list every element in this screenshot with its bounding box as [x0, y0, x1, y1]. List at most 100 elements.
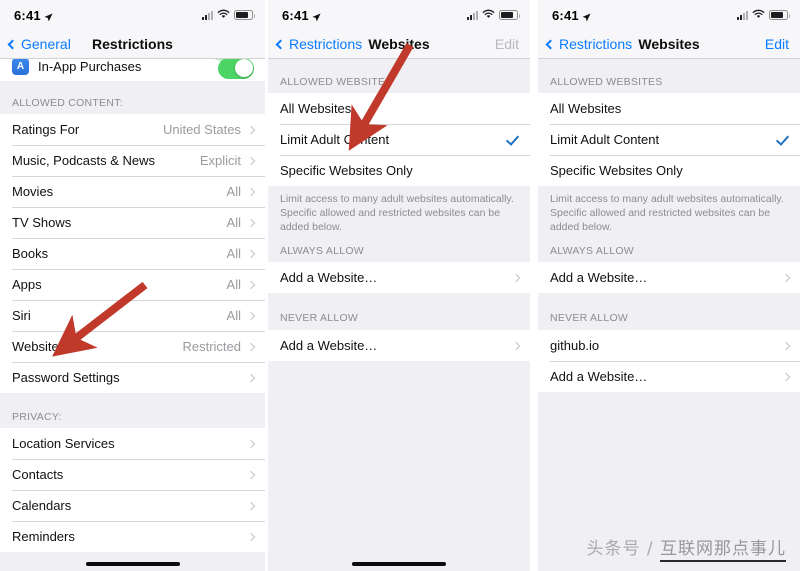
footnote-2: Limit access to many adult websites auto… — [268, 186, 530, 242]
section-header-never-allow-3: NEVER ALLOW — [538, 293, 800, 330]
section-header-always-allow-2: ALWAYS ALLOW — [268, 242, 530, 262]
row-add-website-always-3[interactable]: Add a Website… — [538, 262, 800, 293]
row-calendars[interactable]: Calendars — [0, 490, 265, 521]
wifi-icon — [752, 6, 765, 24]
section-allowed-content: Ratings For United States Music, Podcast… — [0, 114, 265, 393]
row-specific-websites-only-3[interactable]: Specific Websites Only — [538, 155, 800, 186]
chevron-right-icon — [246, 470, 256, 479]
chevron-right-icon — [246, 156, 256, 165]
home-indicator-1 — [85, 562, 180, 566]
status-time-label-3: 6:41 — [552, 7, 579, 23]
chevron-right-icon — [246, 501, 256, 510]
row-all-websites-3[interactable]: All Websites — [538, 93, 800, 124]
row-label: github.io — [550, 338, 600, 353]
back-button-restrictions-3[interactable]: Restrictions — [538, 36, 632, 52]
row-label: Websites — [12, 339, 66, 354]
row-ratings-for[interactable]: Ratings For United States — [0, 114, 265, 145]
row-label: Apps — [12, 277, 42, 292]
row-password-settings[interactable]: Password Settings — [0, 362, 265, 393]
row-siri[interactable]: Siri All — [0, 300, 265, 331]
list-content-3[interactable]: ALLOWED WEBSITES All Websites Limit Adul… — [538, 59, 800, 571]
row-add-website-never-2[interactable]: Add a Website… — [268, 330, 530, 361]
row-label: Siri — [12, 308, 31, 323]
chevron-right-icon — [246, 342, 256, 351]
row-label: Password Settings — [12, 370, 120, 385]
list-content-2[interactable]: ALLOWED WEBSITES All Websites Limit Adul… — [268, 59, 530, 571]
row-location-services[interactable]: Location Services — [0, 428, 265, 459]
list-content-1[interactable]: In-App Purchases ALLOWED CONTENT: Rating… — [0, 59, 265, 571]
row-label: Ratings For — [12, 122, 80, 137]
chevron-right-icon — [246, 532, 256, 541]
back-button-label-2: Restrictions — [289, 36, 363, 52]
status-bar-3: 6:41 — [538, 0, 800, 30]
row-value: Explicit — [199, 153, 241, 168]
status-time-1: 6:41 — [14, 8, 53, 23]
chevron-right-icon — [246, 311, 256, 320]
chevron-right-icon — [246, 249, 256, 258]
in-app-purchases-toggle[interactable] — [218, 59, 254, 79]
row-limit-adult-content-3[interactable]: Limit Adult Content — [538, 124, 800, 155]
row-label: Calendars — [12, 498, 72, 513]
row-tv-shows[interactable]: TV Shows All — [0, 207, 265, 238]
row-add-website-always-2[interactable]: Add a Website… — [268, 262, 530, 293]
row-label: All Websites — [550, 101, 622, 116]
edit-button-2[interactable]: Edit — [495, 36, 530, 52]
watermark-prefix: 头条号 / — [586, 539, 660, 559]
phone-panel-websites-before: 6:41 Restrictions Websites Edit ALLOWED … — [268, 0, 530, 571]
toggle-knob — [234, 59, 253, 77]
row-label: Add a Website… — [280, 270, 378, 285]
status-indicators-3 — [737, 6, 790, 24]
checkmark-icon — [506, 133, 519, 146]
back-button-label-1: General — [21, 36, 71, 52]
back-button-general[interactable]: General — [0, 36, 71, 52]
row-github-io[interactable]: github.io — [538, 330, 800, 361]
wifi-icon — [482, 6, 495, 24]
chevron-right-icon — [246, 125, 256, 134]
row-label: Contacts — [12, 467, 64, 482]
chevron-right-icon — [246, 218, 256, 227]
row-contacts[interactable]: Contacts — [0, 459, 265, 490]
location-arrow-icon — [582, 10, 591, 21]
battery-icon — [769, 10, 790, 20]
row-reminders[interactable]: Reminders — [0, 521, 265, 552]
row-music-podcasts-news[interactable]: Music, Podcasts & News Explicit — [0, 145, 265, 176]
row-value: Restricted — [182, 339, 241, 354]
row-movies[interactable]: Movies All — [0, 176, 265, 207]
section-always-allow-2: Add a Website… — [268, 262, 530, 293]
row-label: Movies — [12, 184, 54, 199]
row-label: Music, Podcasts & News — [12, 153, 156, 168]
row-add-website-never-3[interactable]: Add a Website… — [538, 361, 800, 392]
chevron-right-icon — [781, 341, 791, 350]
phone-panel-websites-after: 6:41 Restrictions Websites Edit ALLOWED … — [538, 0, 800, 571]
row-apps[interactable]: Apps All — [0, 269, 265, 300]
chevron-right-icon — [246, 439, 256, 448]
chevron-right-icon — [511, 273, 521, 282]
row-specific-websites-only-2[interactable]: Specific Websites Only — [268, 155, 530, 186]
nav-bar-2: Restrictions Websites Edit — [268, 30, 530, 59]
nav-bar-1: General Restrictions — [0, 30, 265, 59]
row-limit-adult-content-2[interactable]: Limit Adult Content — [268, 124, 530, 155]
battery-icon — [234, 10, 255, 20]
status-bar-1: 6:41 — [0, 0, 265, 30]
row-in-app-purchases[interactable]: In-App Purchases — [0, 59, 265, 81]
row-label: Specific Websites Only — [550, 163, 683, 178]
checkmark-icon — [776, 133, 789, 146]
section-header-never-allow-2: NEVER ALLOW — [268, 293, 530, 330]
status-time-3: 6:41 — [552, 8, 591, 23]
section-always-allow-3: Add a Website… — [538, 262, 800, 293]
location-arrow-icon — [44, 10, 53, 21]
row-all-websites-2[interactable]: All Websites — [268, 93, 530, 124]
row-label: Limit Adult Content — [280, 132, 390, 147]
edit-button-3[interactable]: Edit — [765, 36, 800, 52]
row-value: All — [226, 308, 241, 323]
row-books[interactable]: Books All — [0, 238, 265, 269]
back-button-restrictions-2[interactable]: Restrictions — [268, 36, 362, 52]
section-header-allowed-websites-3: ALLOWED WEBSITES — [538, 59, 800, 93]
row-websites[interactable]: Websites Restricted — [0, 331, 265, 362]
section-header-always-allow-3: ALWAYS ALLOW — [538, 242, 800, 262]
panel-divider-2 — [530, 0, 538, 571]
row-label: All Websites — [280, 101, 352, 116]
in-app-purchases-icon — [12, 59, 29, 75]
row-label: Specific Websites Only — [280, 163, 413, 178]
row-value: United States — [162, 122, 241, 137]
